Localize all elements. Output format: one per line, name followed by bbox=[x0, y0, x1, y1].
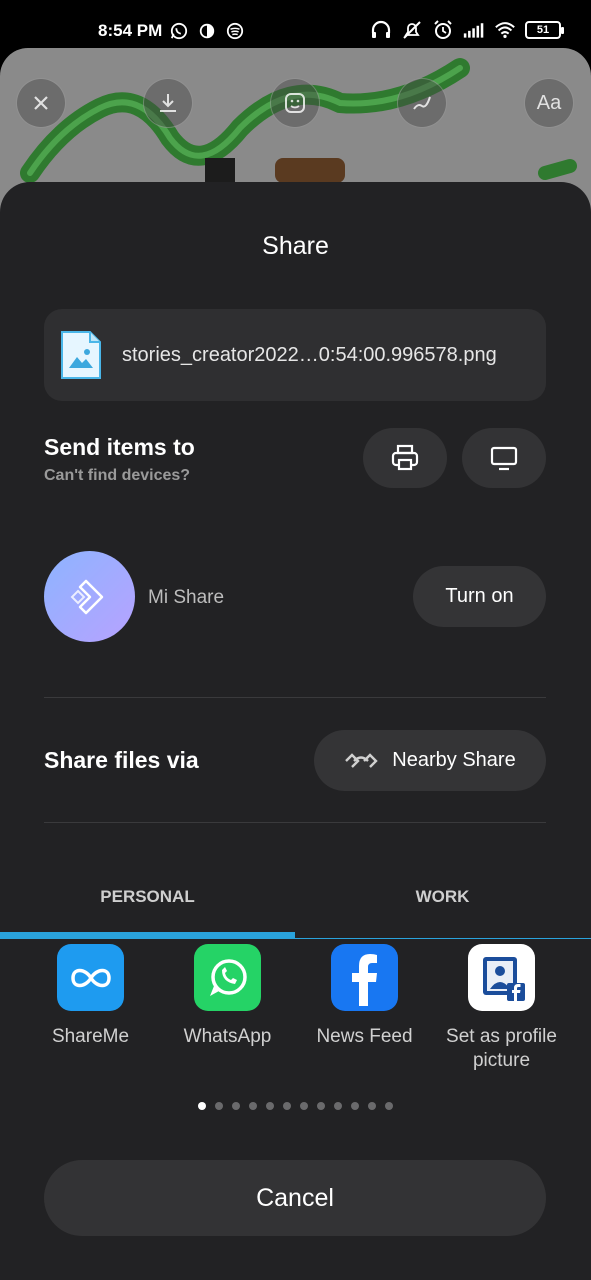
wifi-icon bbox=[494, 19, 516, 41]
nearby-share-label: Nearby Share bbox=[392, 749, 516, 771]
page-dot bbox=[385, 1102, 393, 1110]
signal-icon bbox=[463, 19, 485, 41]
turn-on-button[interactable]: Turn on bbox=[413, 566, 546, 627]
page-indicator bbox=[0, 1102, 591, 1110]
headphones-icon bbox=[370, 19, 392, 41]
whatsapp-icon bbox=[194, 944, 261, 1011]
app-news-feed[interactable]: News Feed bbox=[296, 944, 433, 1049]
mi-share-label: Mi Share bbox=[148, 587, 225, 608]
sticker-tool-button[interactable] bbox=[270, 78, 320, 128]
mute-icon bbox=[401, 19, 423, 41]
download-tool-button[interactable] bbox=[143, 78, 193, 128]
divider bbox=[44, 822, 546, 823]
share-files-via-label: Share files via bbox=[44, 747, 199, 773]
tab-personal[interactable]: PERSONAL bbox=[0, 887, 295, 907]
app-label: News Feed bbox=[316, 1026, 413, 1047]
spotify-icon bbox=[224, 20, 246, 42]
sheet-title: Share bbox=[262, 232, 329, 260]
text-tool-button[interactable]: Aa bbox=[524, 78, 574, 128]
page-dot bbox=[317, 1102, 325, 1110]
page-dot bbox=[232, 1102, 240, 1110]
draw-tool-button[interactable] bbox=[397, 78, 447, 128]
image-file-icon bbox=[61, 331, 101, 379]
page-dot bbox=[334, 1102, 342, 1110]
app-set-profile-picture[interactable]: Set as profile picture bbox=[433, 944, 570, 1073]
status-time: 8:54 PM bbox=[98, 21, 163, 40]
app-shareme[interactable]: ShareMe bbox=[22, 944, 159, 1049]
profile-picture-icon bbox=[468, 944, 535, 1011]
page-dot bbox=[351, 1102, 359, 1110]
status-right: 51 bbox=[370, 19, 564, 41]
page-dot bbox=[300, 1102, 308, 1110]
send-items-title: Send items to bbox=[44, 434, 195, 460]
facebook-icon bbox=[331, 944, 398, 1011]
download-icon bbox=[160, 94, 176, 112]
battery-indicator: 51 bbox=[525, 21, 564, 39]
page-dot bbox=[283, 1102, 291, 1110]
nearby-share-button[interactable]: Nearby Share bbox=[314, 730, 546, 791]
divider bbox=[44, 697, 546, 698]
file-preview-card: stories_creator2022…0:54:00.996578.png bbox=[44, 309, 546, 401]
print-icon bbox=[391, 444, 419, 471]
app-label: ShareMe bbox=[51, 1026, 130, 1047]
app-whatsapp[interactable]: WhatsApp bbox=[159, 944, 296, 1049]
close-tool-button[interactable] bbox=[16, 78, 66, 128]
app-label: Set as profile picture bbox=[446, 1026, 557, 1071]
file-name: stories_creator2022…0:54:00.996578.png bbox=[122, 343, 497, 366]
app-label: WhatsApp bbox=[183, 1026, 272, 1047]
alarm-icon bbox=[432, 19, 454, 41]
whatsapp-icon bbox=[168, 20, 190, 42]
text-icon: Aa bbox=[536, 91, 562, 114]
page-dot bbox=[215, 1102, 223, 1110]
page-dot bbox=[266, 1102, 274, 1110]
send-items-subtitle[interactable]: Can't find devices? bbox=[44, 467, 190, 485]
nearby-share-icon bbox=[345, 752, 378, 768]
cancel-button[interactable]: Cancel bbox=[44, 1160, 546, 1236]
screen-cast-button[interactable] bbox=[462, 428, 546, 488]
share-sheet: Share stories_creator2022…0:54:00.996578… bbox=[0, 182, 591, 1280]
shareme-icon bbox=[57, 944, 124, 1011]
page-dot bbox=[249, 1102, 257, 1110]
status-left: 8:54 PM bbox=[98, 20, 246, 42]
sticker-icon bbox=[285, 93, 305, 113]
page-dot bbox=[198, 1102, 206, 1110]
draw-icon bbox=[413, 96, 431, 110]
print-button[interactable] bbox=[363, 428, 447, 488]
mi-share-icon bbox=[70, 579, 103, 614]
tab-work[interactable]: WORK bbox=[295, 887, 590, 907]
tab-active-indicator bbox=[0, 932, 295, 939]
app-icon bbox=[196, 20, 218, 42]
screen-cast-icon bbox=[490, 446, 518, 471]
close-icon bbox=[34, 96, 48, 110]
mi-share-avatar bbox=[44, 551, 135, 642]
page-dot bbox=[368, 1102, 376, 1110]
